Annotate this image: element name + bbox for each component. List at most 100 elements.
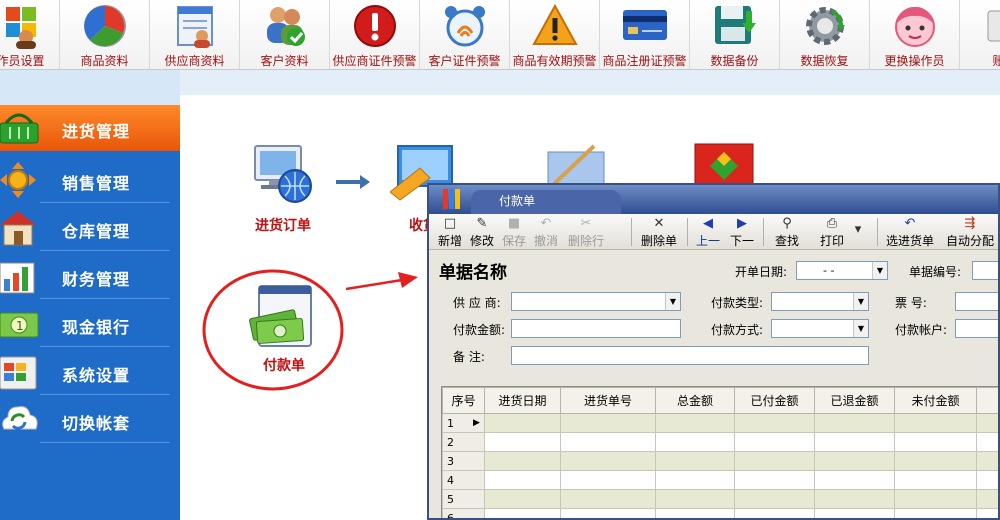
table-cell[interactable]	[814, 489, 895, 509]
pay-method-select[interactable]: ▼	[771, 319, 869, 338]
table-cell[interactable]	[655, 432, 735, 452]
table-cell[interactable]	[484, 413, 561, 433]
remark-field[interactable]	[511, 346, 869, 365]
save-button[interactable]: ■ 保存	[499, 216, 529, 248]
column-header[interactable]: 进货日期	[484, 387, 561, 414]
window-tab[interactable]	[471, 190, 621, 214]
find-button[interactable]: ⚲ 查找	[769, 216, 805, 248]
edit-button[interactable]: ✎ 修改	[467, 216, 497, 248]
table-cell[interactable]	[976, 508, 998, 518]
undo-button[interactable]: ↶ 撤消	[531, 216, 561, 248]
table-cell[interactable]	[560, 451, 656, 471]
table-cell[interactable]	[560, 413, 656, 433]
pay-account-field[interactable]	[955, 319, 998, 338]
column-header[interactable]: 本	[976, 387, 998, 414]
expiry-warning-button[interactable]: 商品有效期预警	[510, 0, 600, 69]
column-header[interactable]: 未付金额	[894, 387, 977, 414]
switch-operator-button[interactable]: 更换操作员	[870, 0, 960, 69]
amount-field[interactable]	[511, 319, 681, 338]
purchase-order-node[interactable]: 进货订单	[248, 142, 318, 235]
open-date-picker[interactable]: - - ▼	[796, 261, 888, 280]
table-cell[interactable]	[894, 489, 977, 509]
table-cell[interactable]	[894, 432, 977, 452]
column-header[interactable]: 已付金额	[734, 387, 815, 414]
table-cell[interactable]	[734, 489, 815, 509]
sidebar-item-system-settings[interactable]: 系统设置	[0, 349, 180, 395]
table-cell[interactable]	[814, 451, 895, 471]
table-cell[interactable]	[814, 470, 895, 490]
goods-info-button[interactable]: 商品资料	[60, 0, 150, 69]
table-cell[interactable]	[894, 451, 977, 471]
sidebar-item-sales[interactable]: 销售管理	[0, 157, 180, 203]
table-cell[interactable]	[484, 508, 561, 518]
table-cell[interactable]	[484, 470, 561, 490]
customer-certificate-warning-button[interactable]: 客户证件预警	[420, 0, 510, 69]
table-cell[interactable]	[814, 432, 895, 452]
table-cell[interactable]	[734, 470, 815, 490]
column-header[interactable]: 进货单号	[560, 387, 656, 414]
column-header[interactable]: 已退金额	[814, 387, 895, 414]
data-backup-button[interactable]: 数据备份	[690, 0, 780, 69]
table-cell[interactable]	[560, 470, 656, 490]
table-cell[interactable]	[655, 489, 735, 509]
table-cell[interactable]	[655, 451, 735, 471]
table-cell[interactable]	[560, 489, 656, 509]
table-cell[interactable]	[976, 413, 998, 433]
table-cell[interactable]	[655, 508, 735, 518]
sidebar-item-warehouse[interactable]: 仓库管理	[0, 205, 180, 251]
table-cell[interactable]	[894, 470, 977, 490]
previous-button[interactable]: ◀ 上一	[693, 216, 723, 248]
next-button[interactable]: ▶ 下一	[727, 216, 757, 248]
new-button[interactable]: □ 新增	[435, 216, 465, 248]
table-cell[interactable]	[976, 432, 998, 452]
sidebar-item-cash[interactable]: 1 现金银行	[0, 301, 180, 347]
table-cell[interactable]	[976, 451, 998, 471]
table-cell[interactable]	[976, 489, 998, 509]
table-cell[interactable]	[734, 432, 815, 452]
ticket-no-field[interactable]	[955, 292, 998, 311]
sidebar-item-purchase[interactable]: 进货管理	[0, 105, 180, 151]
column-header[interactable]: 序号	[442, 387, 485, 414]
bill-no-field[interactable]	[972, 261, 998, 280]
flow-node-4[interactable]	[692, 142, 756, 187]
column-header[interactable]: 总金额	[655, 387, 735, 414]
sidebar-item-finance[interactable]: 财务管理	[0, 253, 180, 299]
table-row[interactable]: 2	[442, 432, 998, 452]
table-cell[interactable]	[655, 470, 735, 490]
table-cell[interactable]	[655, 413, 735, 433]
table-cell[interactable]	[484, 489, 561, 509]
table-cell[interactable]	[976, 470, 998, 490]
account-button[interactable]: 账套	[960, 0, 1000, 69]
table-row[interactable]: 6	[442, 508, 998, 518]
select-purchase-voucher-button[interactable]: ↶ 选进货单	[883, 216, 937, 248]
table-cell[interactable]	[734, 451, 815, 471]
operator-settings-button[interactable]: 操作员设置	[0, 0, 60, 69]
supplier-select[interactable]: ▼	[511, 292, 681, 311]
table-cell[interactable]	[484, 432, 561, 452]
table-cell[interactable]	[484, 451, 561, 471]
table-cell[interactable]	[560, 432, 656, 452]
supplier-info-button[interactable]: 供应商资料	[150, 0, 240, 69]
table-cell[interactable]	[560, 508, 656, 518]
delete-voucher-button[interactable]: ✕ 删除单	[637, 216, 681, 248]
sidebar-item-switch-account[interactable]: 切换帐套	[0, 397, 180, 443]
window-titlebar[interactable]: 付款单	[429, 185, 998, 214]
pay-type-select[interactable]: ▼	[771, 292, 869, 311]
registration-warning-button[interactable]: 商品注册证预警	[600, 0, 690, 69]
print-button[interactable]: ⎙ 打印	[815, 216, 849, 248]
data-restore-button[interactable]: 数据恢复	[780, 0, 870, 69]
table-cell[interactable]	[894, 508, 977, 518]
table-cell[interactable]	[814, 508, 895, 518]
table-row[interactable]: 1 ▶	[442, 413, 998, 433]
table-row[interactable]: 4	[442, 470, 998, 490]
customer-info-button[interactable]: 客户资料	[240, 0, 330, 69]
table-cell[interactable]	[734, 508, 815, 518]
table-row[interactable]: 5	[442, 489, 998, 509]
table-row[interactable]: 3	[442, 451, 998, 471]
table-cell[interactable]	[734, 413, 815, 433]
supplier-certificate-warning-button[interactable]: 供应商证件预警	[330, 0, 420, 69]
print-dropdown-button[interactable]: ▾	[851, 216, 865, 248]
delete-row-button[interactable]: ✂ 删除行	[563, 216, 609, 248]
flow-node-3[interactable]	[544, 144, 610, 187]
table-cell[interactable]	[814, 413, 895, 433]
